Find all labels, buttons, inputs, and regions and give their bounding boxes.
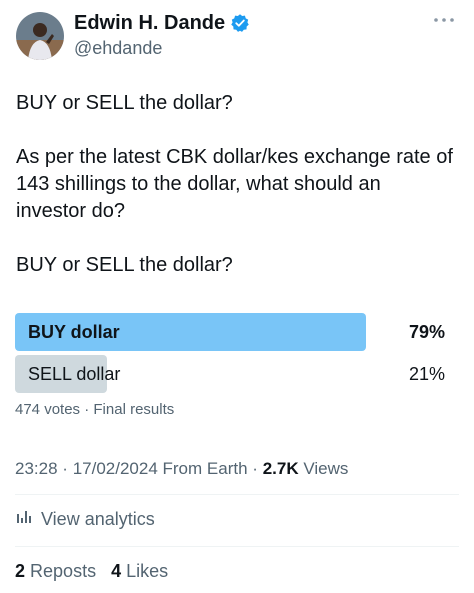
tweet-date[interactable]: 17/02/2024 [73,459,158,478]
poll-option-sell: SELL dollar 21% [15,355,445,393]
view-analytics-label: View analytics [41,509,155,529]
poll-separator: · [84,401,90,418]
reposts-count: 2 [15,561,26,581]
tweet-paragraph: BUY or SELL the dollar? [16,92,233,114]
likes-label: Likes [126,561,169,581]
tweet-paragraph: BUY or SELL the dollar? [16,254,233,276]
poll-meta: 474 votes · Final results [15,400,174,420]
divider [15,546,459,547]
poll-option-label: SELL dollar [28,364,121,384]
view-analytics-link[interactable]: View analytics [15,507,155,531]
poll-option-buy: BUY dollar 79% [15,313,445,351]
views-count: 2.7K [262,459,299,478]
likes-count: 4 [111,561,122,581]
tweet-timestamp: 23:28 · 17/02/2024 From Earth · 2.7K Vie… [15,458,348,480]
author-display-name[interactable]: Edwin H. Dande [74,10,225,36]
analytics-bars-icon [15,507,33,531]
tweet-header: Edwin H. Dande @ehdande [16,8,458,64]
poll: BUY dollar 79% SELL dollar 21% [15,313,445,397]
verified-badge-icon [230,13,250,33]
avatar[interactable] [16,12,64,60]
author-block: Edwin H. Dande @ehdande [74,10,250,60]
poll-votes: 474 votes [15,401,81,418]
display-name-row: Edwin H. Dande [74,10,250,36]
poll-status: Final results [93,401,175,418]
timestamp-separator: · [252,459,258,478]
timestamp-separator: · [62,459,68,478]
reposts-link[interactable]: 2 Reposts [15,561,96,581]
reposts-label: Reposts [30,561,97,581]
engagement-stats: 2 Reposts 4 Likes [15,559,168,583]
tweet-paragraph: As per the latest CBK dollar/kes exchang… [16,146,459,222]
likes-link[interactable]: 4 Likes [111,561,168,581]
poll-option-percent: 79% [408,322,445,342]
views-label: Views [303,459,349,478]
poll-option-label: BUY dollar [28,322,120,342]
tweet-source: From Earth [162,459,248,478]
tweet-time[interactable]: 23:28 [15,459,58,478]
avatar-image [16,12,64,60]
more-horizontal-icon[interactable] [430,8,458,32]
author-handle[interactable]: @ehdande [74,36,250,60]
divider [15,494,459,495]
poll-option-percent: 21% [408,364,445,384]
tweet-text: BUY or SELL the dollar? As per the lates… [16,90,456,306]
